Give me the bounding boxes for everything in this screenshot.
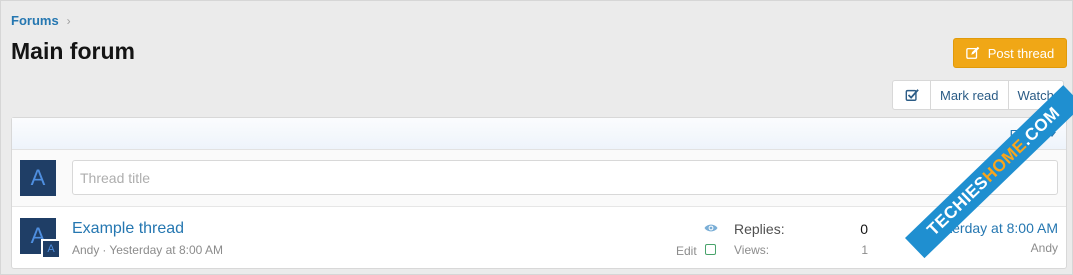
thread-meta: Andy · Yesterday at 8:00 AM — [72, 243, 223, 257]
select-checkbox[interactable] — [705, 244, 716, 255]
thread-author[interactable]: Andy — [72, 243, 99, 257]
breadcrumb-forums-link[interactable]: Forums — [11, 13, 59, 28]
last-post-user[interactable]: Andy — [1031, 241, 1058, 255]
post-thread-label: Post thread — [987, 45, 1055, 61]
mark-read-button[interactable]: Mark read — [930, 81, 1008, 109]
select-threads-button[interactable] — [893, 81, 930, 109]
replies-label: Replies: — [734, 221, 785, 237]
check-square-icon — [905, 89, 919, 101]
thread-list: Filters A A A Example thread Andy·Yester… — [11, 117, 1067, 269]
edit-link[interactable]: Edit — [676, 244, 697, 258]
thread-start-date[interactable]: Yesterday at 8:00 AM — [109, 243, 223, 257]
page-title: Main forum — [11, 38, 135, 64]
avatar[interactable]: A — [20, 160, 56, 196]
breadcrumb: Forums › — [11, 13, 71, 28]
edit-icon — [965, 46, 980, 59]
post-thread-button[interactable]: Post thread — [953, 38, 1067, 68]
thread-actions-group: Mark read Watch — [892, 80, 1064, 110]
thread-title-input[interactable] — [72, 160, 1058, 195]
thread-title-link[interactable]: Example thread — [72, 220, 184, 238]
eye-icon — [704, 224, 718, 232]
filter-bar: Filters — [12, 118, 1066, 150]
replies-count: 0 — [860, 221, 868, 237]
views-count: 1 — [861, 243, 868, 257]
meta-separator: · — [102, 243, 107, 257]
breadcrumb-separator: › — [66, 13, 71, 28]
quick-thread-row: A — [12, 150, 1066, 207]
views-label: Views: — [734, 243, 770, 257]
last-poster-avatar[interactable]: A — [41, 239, 61, 259]
